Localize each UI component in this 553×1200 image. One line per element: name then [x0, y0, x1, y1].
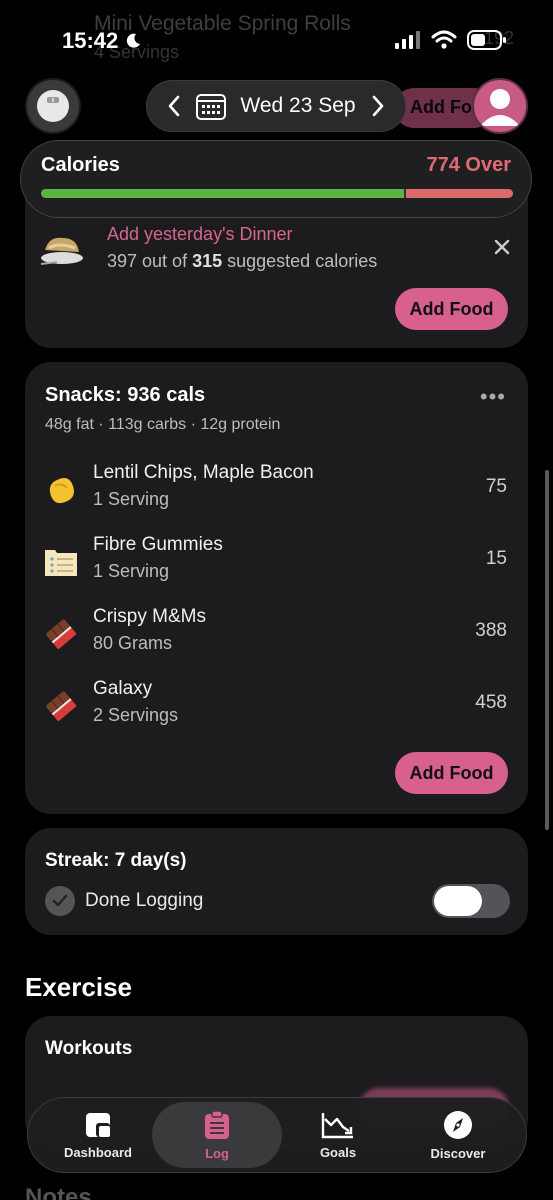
suggestion-prefix: 397 out of: [107, 251, 193, 271]
tab-label: Goals: [319, 1144, 357, 1160]
tab-dashboard[interactable]: Dashboard: [38, 1098, 158, 1172]
calendar-icon: [196, 94, 227, 120]
calories-over-status: 774 Over: [426, 154, 511, 176]
date-picker: Wed 23 Sep: [146, 80, 406, 132]
signal-icon: [395, 31, 420, 49]
weigh-in-button[interactable]: [27, 80, 79, 132]
tab-discover[interactable]: Discover: [398, 1098, 518, 1172]
tab-bar: Dashboard Log Goals Discover: [27, 1097, 527, 1173]
chevron-left-icon[interactable]: [167, 95, 181, 117]
calories-progress-consumed: [41, 189, 405, 198]
food-calories: 75: [485, 476, 507, 497]
dinner-add-food-button[interactable]: Add Food: [395, 288, 508, 330]
suggestion-suffix: suggested calories: [222, 251, 378, 271]
food-quantity: 1 Serving: [93, 489, 170, 509]
food-name: Lentil Chips, Maple Bacon: [93, 462, 314, 483]
dismiss-suggestion-button[interactable]: [494, 234, 510, 262]
compass-icon: [444, 1110, 472, 1139]
food-quantity: 80 Grams: [93, 633, 173, 653]
food-item[interactable]: Galaxy 2 Servings 458: [43, 678, 513, 734]
food-quantity: 2 Servings: [93, 705, 179, 725]
suggestion-subtitle: 397 out of 315 suggested calories: [107, 251, 377, 272]
snacks-title: Snacks: 936 cals: [45, 384, 206, 406]
workouts-title: Workouts: [45, 1038, 133, 1059]
date-display[interactable]: Wed 23 Sep: [196, 92, 356, 120]
food-item[interactable]: Lentil Chips, Maple Bacon 1 Serving 75: [43, 462, 513, 518]
calories-progress-bar: [41, 189, 513, 198]
done-logging-toggle[interactable]: [432, 884, 510, 918]
wifi-icon: [431, 30, 457, 49]
snacks-macros: 48g fat · 113g carbs · 12g protein: [45, 416, 281, 433]
dinner-food-icon: [40, 237, 83, 265]
moon-icon: [127, 33, 141, 48]
done-check-icon: [45, 886, 75, 916]
status-bar: 15:42: [0, 0, 553, 80]
done-logging-label: Done Logging: [85, 890, 204, 911]
food-item[interactable]: Crispy M&Ms 80 Grams 388: [43, 606, 513, 662]
recipe-card-icon: [45, 550, 77, 576]
battery-icon: [467, 30, 506, 50]
chocolate-bar-icon: [46, 691, 77, 722]
dashboard-icon: [86, 1112, 110, 1137]
chevron-right-icon[interactable]: [371, 95, 385, 117]
calories-label: Calories: [41, 154, 120, 176]
clipboard-icon: [205, 1109, 229, 1139]
scale-icon: [37, 90, 69, 122]
streak-title: Streak: 7 day(s): [45, 850, 187, 871]
tab-log[interactable]: Log: [152, 1102, 282, 1168]
food-calories: 15: [485, 548, 507, 569]
tab-goals[interactable]: Goals: [278, 1098, 398, 1172]
suggestion-row[interactable]: Add yesterday's Dinner 397 out of 315 su…: [39, 224, 514, 276]
streak-card: Streak: 7 day(s) Done Logging: [25, 828, 528, 935]
food-name: Crispy M&Ms: [93, 606, 206, 627]
time-text: 15:42: [62, 28, 119, 53]
scrollbar[interactable]: [545, 470, 549, 830]
chart-icon: [321, 1112, 353, 1138]
tab-label: Discover: [430, 1145, 486, 1161]
toggle-knob: [434, 886, 482, 916]
food-name: Fibre Gummies: [93, 534, 223, 555]
food-calories: 458: [475, 692, 507, 713]
date-text: Wed 23 Sep: [240, 94, 356, 117]
status-icons: [395, 30, 507, 50]
avatar-icon: [480, 89, 520, 126]
status-time: 15:42: [62, 28, 142, 54]
notes-heading: Notes: [25, 1184, 92, 1200]
tab-label: Log: [205, 1145, 229, 1161]
chips-icon: [49, 478, 74, 504]
snacks-more-button[interactable]: •••: [480, 384, 506, 410]
tab-label: Dashboard: [64, 1144, 132, 1160]
food-calories: 388: [475, 620, 507, 641]
close-icon: [494, 239, 510, 255]
calories-summary[interactable]: Calories 774 Over: [20, 140, 532, 218]
food-quantity: 1 Serving: [93, 561, 170, 581]
chocolate-bar-icon: [46, 619, 77, 650]
food-name: Galaxy: [93, 678, 153, 699]
exercise-heading: Exercise: [25, 972, 132, 1002]
suggestion-title: Add yesterday's Dinner: [107, 224, 293, 244]
profile-button[interactable]: [472, 78, 528, 134]
suggestion-target: 315: [192, 251, 223, 271]
snacks-add-food-button[interactable]: Add Food: [395, 752, 508, 794]
calories-progress-over: [406, 189, 513, 198]
food-item[interactable]: Fibre Gummies 1 Serving 15: [43, 534, 513, 590]
snacks-card: Snacks: 936 cals 48g fat · 113g carbs · …: [25, 362, 528, 814]
